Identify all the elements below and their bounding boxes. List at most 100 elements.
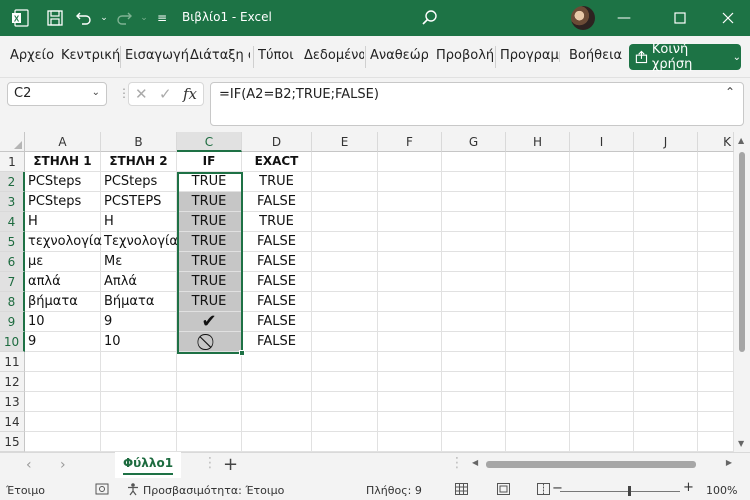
empty-cell[interactable] [698,412,734,432]
collapse-icon[interactable]: ⌃ [725,85,735,99]
row-header[interactable]: 11 [0,352,25,372]
tab-review[interactable]: Αναθεώρ [370,48,428,63]
cell-b3[interactable]: PCSTEPS [101,192,177,212]
close-icon[interactable] [716,6,740,30]
empty-cell[interactable] [312,292,378,312]
column-header-c[interactable]: C [177,132,242,152]
empty-cell[interactable] [442,152,506,172]
empty-cell[interactable] [570,252,634,272]
empty-cell[interactable] [378,272,442,292]
empty-cell[interactable] [634,272,698,292]
cell-d9[interactable]: FALSE [242,312,312,332]
empty-cell[interactable] [177,352,242,372]
tab-file[interactable]: Αρχείο [10,48,54,63]
cell-a7[interactable]: απλά [25,272,101,292]
empty-cell[interactable] [570,372,634,392]
empty-cell[interactable] [506,152,570,172]
normal-view-icon[interactable] [455,483,468,495]
empty-cell[interactable] [506,312,570,332]
empty-cell[interactable] [634,212,698,232]
undo-dropdown-icon[interactable]: ⌄ [94,8,114,28]
sheet-options-icon[interactable]: ⋮ [203,455,217,471]
zoom-slider[interactable] [560,491,680,492]
cell-b4[interactable]: Η [101,212,177,232]
column-header-g[interactable]: G [442,132,506,152]
empty-cell[interactable] [570,172,634,192]
tab-insert[interactable]: Εισαγωγή [125,48,189,63]
row-header[interactable]: 14 [0,412,25,432]
row-header[interactable]: 9 [0,312,25,332]
empty-cell[interactable] [378,172,442,192]
row-header[interactable]: 6 [0,252,25,272]
empty-cell[interactable] [312,332,378,352]
empty-cell[interactable] [506,272,570,292]
row-header[interactable]: 7 [0,272,25,292]
cell-a8[interactable]: βήματα [25,292,101,312]
search-icon[interactable] [420,8,440,28]
empty-cell[interactable] [442,332,506,352]
empty-cell[interactable] [698,392,734,412]
horizontal-scrollbar[interactable]: ◀ ▶ [470,457,734,471]
empty-cell[interactable] [442,212,506,232]
scroll-down-icon[interactable]: ▼ [738,439,744,448]
empty-cell[interactable] [312,252,378,272]
empty-cell[interactable] [442,292,506,312]
row-header[interactable]: 10 [0,332,25,352]
empty-cell[interactable] [177,372,242,392]
empty-cell[interactable] [242,432,312,452]
empty-cell[interactable] [698,292,734,312]
empty-cell[interactable] [698,372,734,392]
empty-cell[interactable] [506,292,570,312]
check-icon[interactable]: ✔ [177,312,242,332]
redo-dropdown-icon[interactable]: ⌄ [134,8,154,28]
empty-cell[interactable] [698,232,734,252]
empty-cell[interactable] [634,172,698,192]
cell-c2[interactable]: TRUE [177,172,242,192]
column-header-j[interactable]: J [634,132,698,152]
empty-cell[interactable] [698,212,734,232]
empty-cell[interactable] [378,312,442,332]
cell-d7[interactable]: FALSE [242,272,312,292]
cell-b7[interactable]: Απλά [101,272,177,292]
empty-cell[interactable] [442,372,506,392]
empty-cell[interactable] [634,432,698,452]
empty-cell[interactable] [506,412,570,432]
empty-cell[interactable] [506,352,570,372]
cell-b10[interactable]: 10 [101,332,177,352]
empty-cell[interactable] [698,312,734,332]
cell-a5[interactable]: τεχνολογία [25,232,102,252]
empty-cell[interactable] [101,432,177,452]
accessibility-status[interactable]: Προσβασιμότητα: Έτοιμο [143,484,284,497]
cell-d10[interactable]: FALSE [242,332,312,352]
horizontal-scroll-thumb[interactable] [486,461,696,468]
empty-cell[interactable] [25,392,101,412]
empty-cell[interactable] [378,392,442,412]
insert-function-icon[interactable]: fx [183,85,197,103]
empty-cell[interactable] [101,412,177,432]
cell-a2[interactable]: PCSteps [25,172,101,192]
cell-b5[interactable]: Τεχνολογία [101,232,178,252]
zoom-level[interactable]: 100% [706,484,737,497]
column-header-d[interactable]: D [242,132,312,152]
row-header[interactable]: 3 [0,192,25,212]
empty-cell[interactable] [442,312,506,332]
empty-cell[interactable] [101,392,177,412]
empty-cell[interactable] [442,432,506,452]
empty-cell[interactable] [506,252,570,272]
cell-a4[interactable]: Η [25,212,101,232]
empty-cell[interactable] [570,332,634,352]
empty-cell[interactable] [506,392,570,412]
empty-cell[interactable] [101,372,177,392]
empty-cell[interactable] [698,432,734,452]
cell-c7[interactable]: TRUE [177,272,242,292]
empty-cell[interactable] [698,192,734,212]
empty-cell[interactable] [312,232,378,252]
empty-cell[interactable] [506,372,570,392]
chevron-down-icon[interactable]: ⌄ [92,87,100,98]
empty-cell[interactable] [101,352,177,372]
empty-cell[interactable] [25,372,101,392]
sheet-tab-active[interactable]: Φύλλο1 [115,452,181,478]
empty-cell[interactable] [378,192,442,212]
empty-cell[interactable] [442,352,506,372]
empty-cell[interactable] [442,252,506,272]
